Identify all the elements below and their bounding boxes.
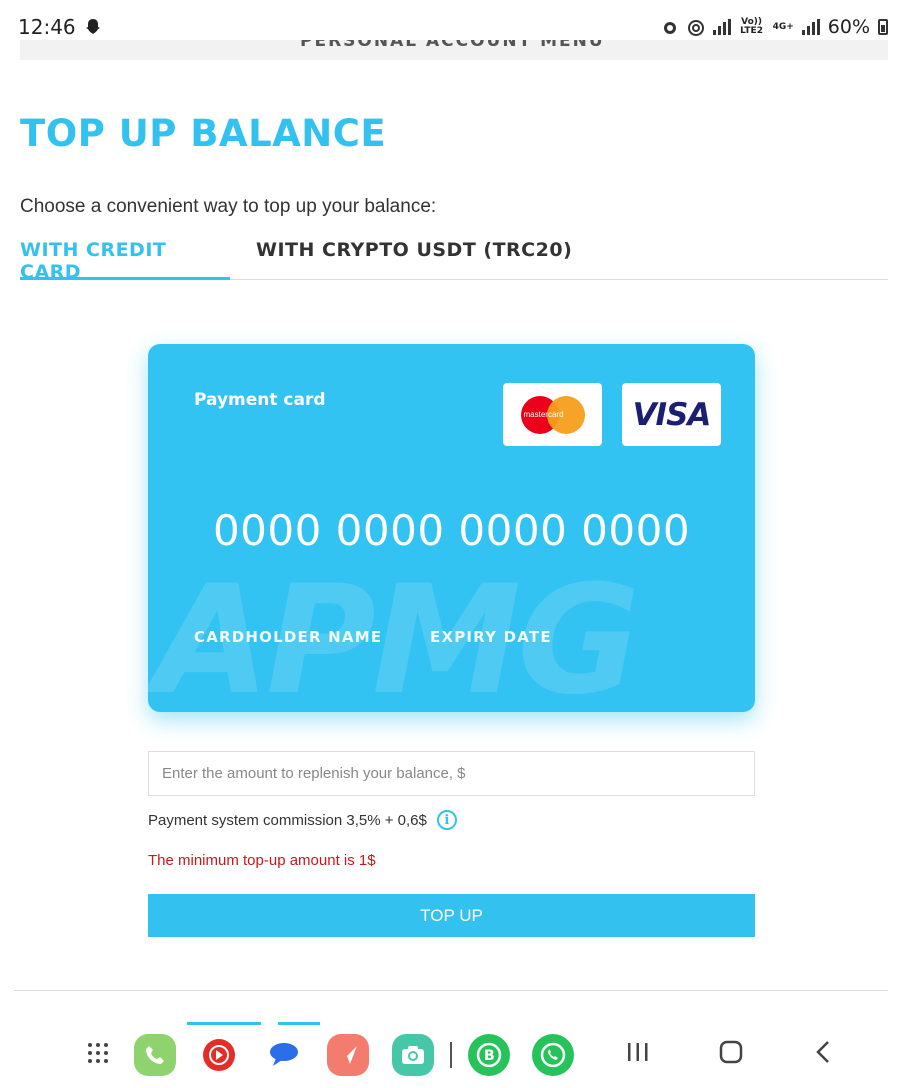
tab-credit-card[interactable]: WITH CREDIT CARD (20, 236, 230, 283)
top-up-button[interactable]: TOP UP (148, 894, 755, 937)
page-subtitle: Choose a convenient way to top up your b… (20, 196, 437, 217)
signal-icon (712, 19, 731, 35)
svg-text:B: B (484, 1048, 495, 1064)
whatsapp-icon[interactable] (532, 1034, 574, 1076)
commission-row: Payment system commission 3,5% + 0,6$ i (148, 810, 457, 830)
navigation-icon[interactable] (327, 1034, 369, 1076)
cardholder-label: CARDHOLDER NAME (194, 628, 383, 646)
payment-method-tabs: WITH CREDIT CARD WITH CRYPTO USDT (TRC20… (20, 236, 888, 283)
battery-icon (878, 19, 888, 35)
mastercard-text: mastercard (523, 409, 564, 419)
whatsapp-business-icon[interactable]: B (468, 1034, 510, 1076)
visa-text: VISA (632, 396, 712, 433)
dock-separator (450, 1042, 452, 1068)
home-icon[interactable] (719, 1040, 743, 1071)
card-label: Payment card (194, 390, 326, 410)
apps-grid-icon[interactable] (88, 1043, 110, 1065)
camera-icon[interactable] (392, 1034, 434, 1076)
signal-icon-2 (801, 19, 820, 35)
battery-percent: 60% (827, 16, 870, 38)
scroll-indicator (187, 1022, 261, 1025)
snapchat-icon (85, 19, 100, 34)
commission-text: Payment system commission 3,5% + 0,6$ (148, 811, 427, 829)
footer-divider (14, 990, 888, 991)
back-icon[interactable] (814, 1040, 834, 1071)
scroll-indicator-2 (278, 1022, 320, 1025)
alarm-icon (663, 22, 676, 34)
network-label: Vo)) LTE2 (740, 17, 763, 36)
payment-card-preview: APMG Payment card mastercard VISA 0000 0… (148, 344, 755, 712)
mastercard-logo: mastercard (503, 383, 602, 446)
status-time: 12:46 (18, 15, 76, 39)
hotspot-icon (687, 20, 704, 36)
network-type: 4G+ (772, 21, 794, 32)
info-icon[interactable]: i (436, 810, 457, 830)
card-number: 0000 0000 0000 0000 (212, 506, 691, 555)
page-title: TOP UP BALANCE (20, 112, 387, 155)
expiry-label: EXPIRY DATE (430, 628, 552, 646)
amount-input[interactable] (148, 751, 755, 796)
min-amount-warning: The minimum top-up amount is 1$ (148, 852, 376, 869)
youtube-music-icon[interactable] (198, 1034, 240, 1076)
account-menu-strip[interactable]: PERSONAL ACCOUNT MENU (20, 40, 888, 60)
tab-crypto-usdt[interactable]: WITH CRYPTO USDT (TRC20) (256, 236, 572, 280)
phone-icon[interactable] (134, 1034, 176, 1076)
android-dock: B (0, 1026, 906, 1088)
visa-logo: VISA (622, 383, 721, 446)
account-menu-label: PERSONAL ACCOUNT MENU (300, 40, 605, 51)
messages-icon[interactable] (263, 1034, 305, 1076)
recents-icon[interactable] (626, 1040, 650, 1070)
mastercard-icon: mastercard (520, 395, 585, 434)
